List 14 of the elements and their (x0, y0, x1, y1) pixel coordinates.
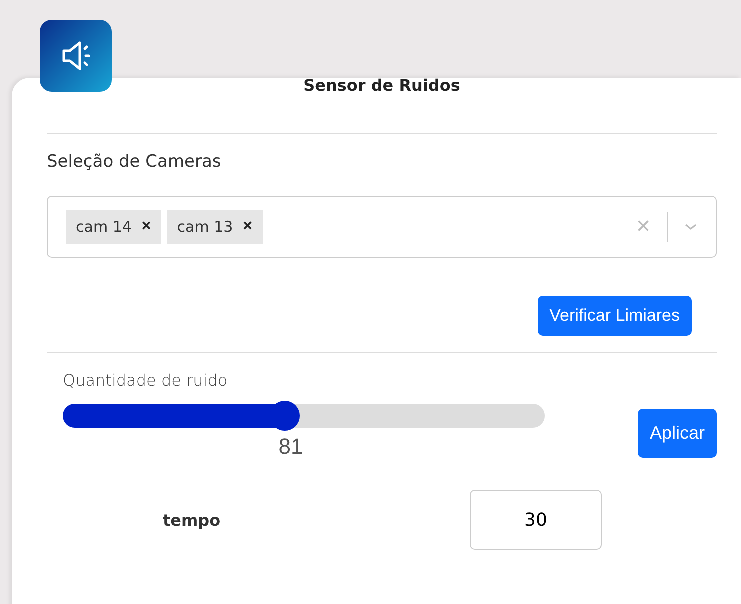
section-label: Seleção de Cameras (47, 152, 222, 172)
tag-label: cam 14 (76, 218, 132, 236)
remove-tag-button[interactable]: × (243, 218, 252, 236)
slider-value: 81 (278, 434, 304, 460)
slider-label: Quantidade de ruido (63, 371, 229, 390)
camera-select[interactable]: cam 14 × cam 13 × × (47, 196, 717, 258)
remove-tag-button[interactable]: × (142, 218, 152, 236)
tag-label: cam 13 (177, 218, 234, 236)
time-label: tempo (163, 510, 222, 530)
check-thresholds-button[interactable]: Verificar Limiares (538, 296, 692, 336)
apply-button[interactable]: Aplicar (638, 409, 717, 458)
time-input[interactable]: 30 (470, 490, 602, 550)
noise-slider[interactable] (63, 404, 545, 428)
panel-title: Sensor de Ruidos (304, 78, 460, 93)
